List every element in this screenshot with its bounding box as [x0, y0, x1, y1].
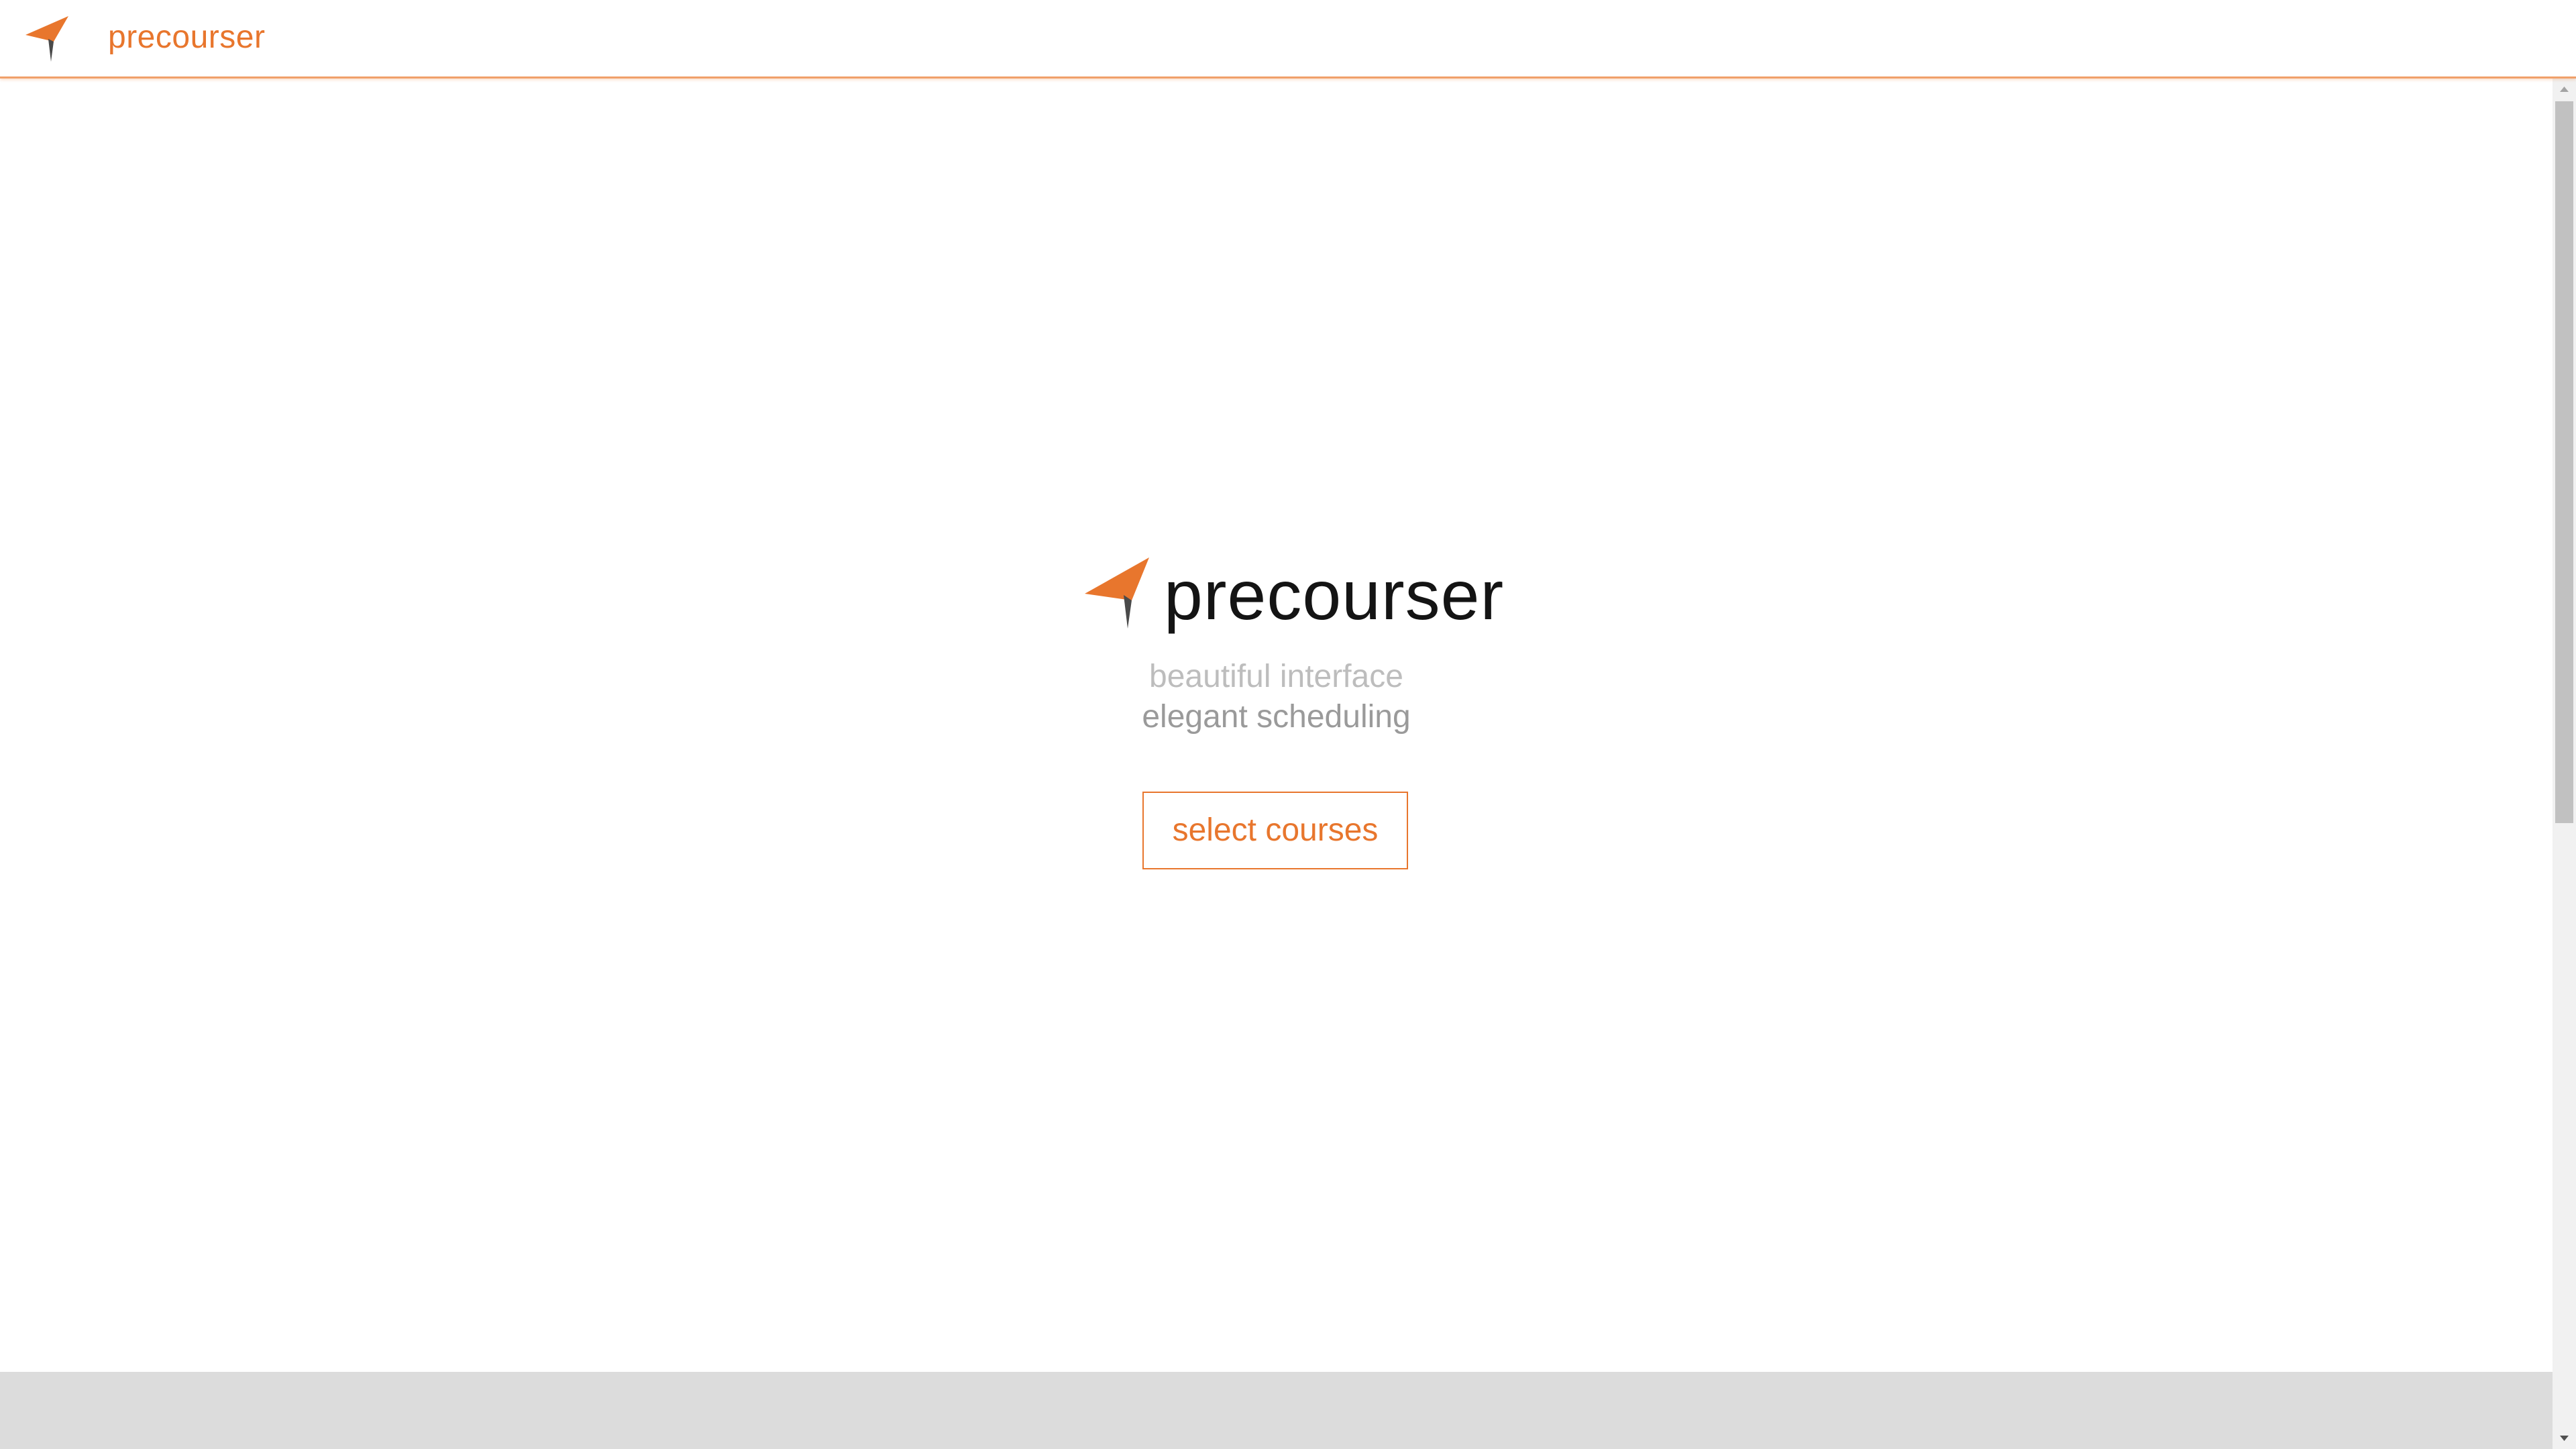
vertical-scrollbar[interactable] — [2553, 78, 2576, 1449]
hero-title: precourser — [1164, 557, 1505, 635]
paper-plane-arrow-icon — [1083, 556, 1150, 630]
tagline-line-1: beautiful interface — [1149, 659, 1403, 694]
scroll-down-arrow-icon[interactable] — [2553, 1428, 2576, 1449]
footer — [0, 1372, 2553, 1449]
scrollbar-thumb[interactable] — [2555, 101, 2573, 823]
navbar-brand-link[interactable]: precourser — [108, 17, 265, 58]
tagline-line-2: elegant scheduling — [1142, 699, 1411, 735]
paper-plane-arrow-icon[interactable] — [24, 15, 70, 62]
top-navbar: precourser — [0, 0, 2576, 78]
hero-brand: precourser — [1083, 556, 1503, 637]
app-window: precourser precourser beautiful interfac… — [0, 0, 2576, 1449]
select-courses-button[interactable]: select courses — [1142, 792, 1408, 869]
scroll-up-arrow-icon[interactable] — [2553, 78, 2576, 100]
main-content: precourser beautiful interface elegant s… — [0, 78, 2553, 1372]
